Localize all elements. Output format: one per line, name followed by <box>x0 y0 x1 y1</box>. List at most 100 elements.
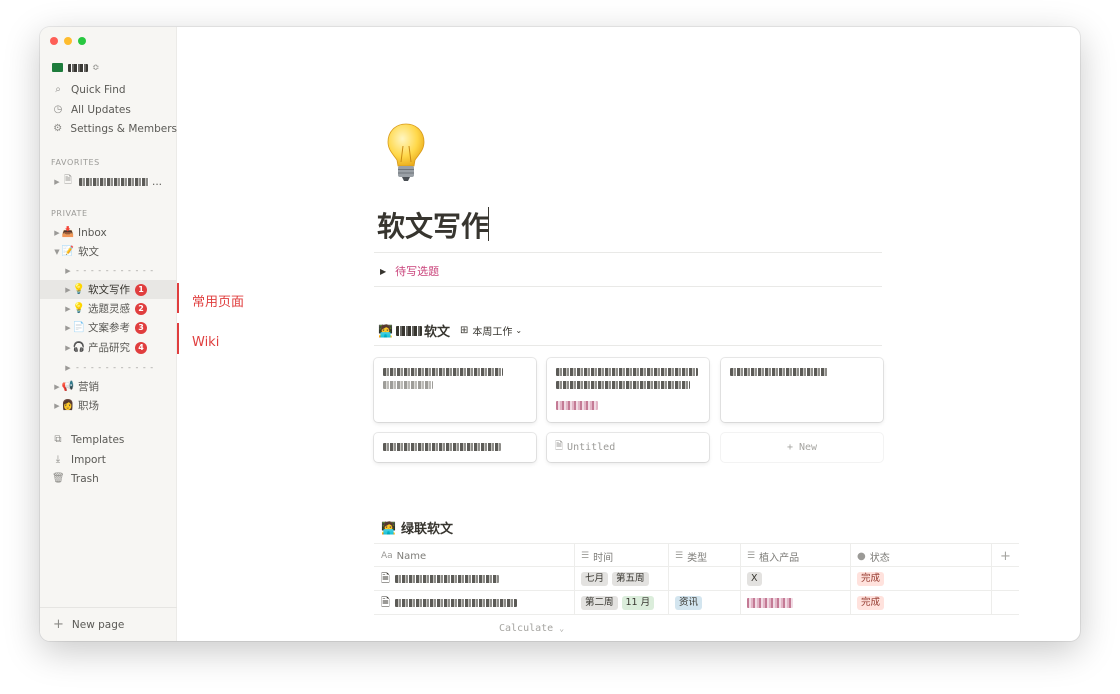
number-badge: 1 <box>135 283 147 296</box>
new-page-button[interactable]: + New page <box>40 607 177 641</box>
cell-name[interactable]: 🗎 <box>374 591 575 615</box>
settings-button[interactable]: ⚙ Settings & Members <box>40 119 177 138</box>
gallery-card-untitled[interactable]: 🗎 Untitled <box>547 433 709 462</box>
caret-right-icon[interactable]: ▶ <box>53 402 61 410</box>
workspace-icon <box>52 63 63 72</box>
gallery-card[interactable] <box>721 358 883 422</box>
caret-right-icon[interactable]: ▶ <box>64 324 72 332</box>
gallery-card[interactable] <box>374 358 536 422</box>
annotation-common-pages: 常用页面 <box>192 295 245 310</box>
favorite-item-label <box>79 177 149 186</box>
cell-type[interactable] <box>669 567 741 591</box>
status-property-icon: ● <box>857 550 866 562</box>
cell-time[interactable]: 第二周 11 月 <box>575 591 669 615</box>
caret-right-icon[interactable]: ▶ <box>53 178 61 186</box>
page-title[interactable]: 软文写作 <box>377 205 489 245</box>
annotation-bar-common <box>177 283 179 313</box>
favorite-item[interactable]: ▶ 🗎 ... <box>40 172 177 191</box>
favorite-ellipsis: ... <box>152 175 163 188</box>
cell-empty <box>992 567 1019 591</box>
cell-status[interactable]: 完成 <box>851 591 992 615</box>
private-section-label: PRIVATE <box>51 209 88 218</box>
sidebar-item-divider-2[interactable]: ▶ - - - - - - - - - - - <box>40 358 177 377</box>
sidebar-item-label: 文案参考 <box>88 322 130 334</box>
column-header-product[interactable]: ☰ 植入产品 <box>741 544 851 568</box>
document-icon: 📄 <box>72 322 86 333</box>
cell-product[interactable]: X <box>741 567 851 591</box>
templates-button[interactable]: ⧉ Templates <box>40 430 177 449</box>
sidebar-item-wenan[interactable]: ▶ 📄 文案参考 3 <box>40 318 177 337</box>
column-header-label: Name <box>396 550 427 562</box>
minimize-window-button[interactable] <box>64 37 72 45</box>
cell-type[interactable]: 资讯 <box>669 591 741 615</box>
trash-button[interactable]: 🗑 Trash <box>40 469 177 488</box>
divider <box>374 286 882 287</box>
text-property-icon: Aa <box>381 551 393 561</box>
sidebar-item-workplace[interactable]: ▶ 👩 职场 <box>40 396 177 415</box>
zoom-window-button[interactable] <box>78 37 86 45</box>
view-switcher[interactable]: ⊞ 本周工作 ⌄ <box>460 323 522 338</box>
status-badge: 完成 <box>857 572 885 586</box>
caret-right-icon[interactable]: ▶ <box>64 305 72 313</box>
divider-label: - - - - - - - - - - - <box>76 363 155 372</box>
table-header-row: Aa Name ☰ 时间 ☰ 类型 ☰ 植入产品 ● 状态 + <box>374 543 1019 568</box>
quick-find-label: Quick Find <box>71 83 126 96</box>
clock-icon: ◷ <box>53 104 63 115</box>
import-button[interactable]: ⤓ Import <box>40 450 177 469</box>
caret-right-icon[interactable]: ▶ <box>53 383 61 391</box>
caret-right-icon[interactable]: ▶ <box>53 229 61 237</box>
favorites-section-label: FAVORITES <box>51 158 100 167</box>
gallery-card[interactable] <box>547 358 709 422</box>
gallery-card[interactable] <box>374 433 536 462</box>
tag: 11 月 <box>621 596 655 610</box>
window-controls <box>50 37 86 45</box>
caret-right-icon[interactable]: ▶ <box>64 344 72 352</box>
add-column-button[interactable]: + <box>992 544 1019 568</box>
workspace-switcher[interactable]: ≎ <box>40 58 177 77</box>
toggle-block[interactable]: ▶ 待写选题 <box>380 263 439 279</box>
cell-time[interactable]: 七月 第五周 <box>575 567 669 591</box>
trash-icon: 🗑 <box>52 473 65 484</box>
caret-down-icon[interactable]: ▼ <box>53 248 61 256</box>
sidebar-item-divider[interactable]: ▶ - - - - - - - - - - - <box>40 261 177 280</box>
caret-right-icon[interactable]: ▶ <box>64 286 72 294</box>
sidebar-item-chanpin[interactable]: ▶ 🎧 产品研究 4 <box>40 338 177 357</box>
sidebar-item-xuanti[interactable]: ▶ 💡 选题灵感 2 <box>40 299 177 318</box>
column-header-type[interactable]: ☰ 类型 <box>669 544 741 568</box>
chevron-down-icon: ⌄ <box>559 624 565 633</box>
workspace-name <box>68 63 88 72</box>
tag: 资讯 <box>675 596 703 610</box>
sidebar-item-marketing[interactable]: ▶ 📢 营销 <box>40 377 177 396</box>
quick-find-button[interactable]: ⌕ Quick Find <box>40 80 177 99</box>
sidebar-item-ruanwen[interactable]: ▼ 📝 软文 <box>40 242 177 261</box>
sidebar-item-inbox[interactable]: ▶ 📥 Inbox <box>40 223 177 242</box>
database-title-lvlian[interactable]: 🧑‍💻 绿联软文 <box>381 518 453 538</box>
new-card-button[interactable]: + New <box>721 433 883 462</box>
cell-status[interactable]: 完成 <box>851 567 992 591</box>
list-property-icon: ☰ <box>675 551 684 561</box>
chevron-down-icon: ⌄ <box>515 326 523 335</box>
caret-right-icon[interactable]: ▶ <box>64 364 72 372</box>
column-header-name[interactable]: Aa Name <box>374 544 575 568</box>
caret-right-icon[interactable]: ▶ <box>64 267 72 275</box>
trash-label: Trash <box>71 472 99 485</box>
tag: 七月 <box>581 572 609 586</box>
column-header-time[interactable]: ☰ 时间 <box>575 544 669 568</box>
cell-name[interactable]: 🗎 <box>374 567 575 591</box>
sidebar-item-ruanwen-xiezuo[interactable]: ▶ 💡 软文写作 1 <box>40 280 177 299</box>
column-header-label: 类型 <box>687 552 708 564</box>
database-title-ruanwen[interactable]: 🧑‍💻 软文 ⊞ 本周工作 ⌄ <box>378 321 522 341</box>
divider <box>374 345 882 346</box>
cell-product[interactable] <box>741 591 851 615</box>
table-row[interactable]: 🗎 七月 第五周 X 完成 <box>374 567 1019 591</box>
megaphone-icon: 📢 <box>61 381 75 392</box>
calculate-button[interactable]: Calculate ⌄ <box>499 623 564 634</box>
table-row[interactable]: 🗎 第二周 11 月 资讯 完成 <box>374 591 1019 615</box>
toggle-triangle-icon[interactable]: ▶ <box>380 267 386 276</box>
lightbulb-icon[interactable] <box>385 122 427 184</box>
page-icon: 🗎 <box>381 595 390 609</box>
all-updates-button[interactable]: ◷ All Updates <box>40 100 177 119</box>
cell-empty <box>992 591 1019 615</box>
close-window-button[interactable] <box>50 37 58 45</box>
column-header-status[interactable]: ● 状态 <box>851 544 992 568</box>
